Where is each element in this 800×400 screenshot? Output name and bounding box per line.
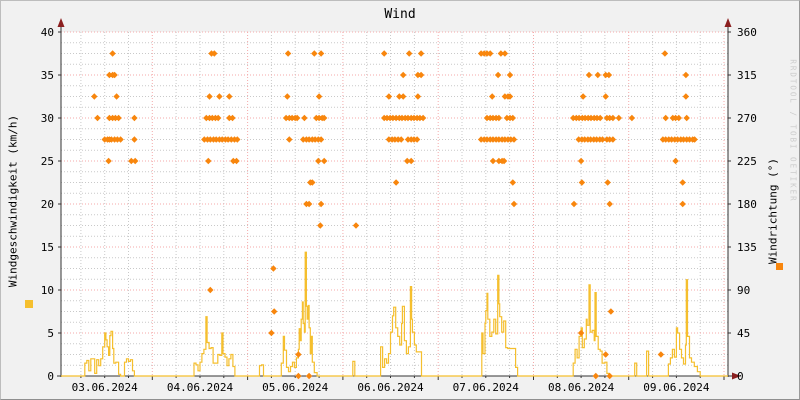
x-axis-date-label: 09.06.2024 (643, 381, 710, 394)
x-axis-date-label: 03.06.2024 (72, 381, 139, 394)
right-axis-tick-label: 45 (737, 327, 750, 340)
left-axis-tick-label: 20 (41, 198, 54, 211)
x-axis-date-label: 08.06.2024 (548, 381, 615, 394)
right-axis-tick-label: 90 (737, 284, 750, 297)
right-axis-tick-label: 225 (737, 155, 757, 168)
right-axis-tick-label: 0 (737, 370, 744, 383)
x-axis-date-label: 05.06.2024 (262, 381, 329, 394)
x-axis-date-label: 07.06.2024 (453, 381, 520, 394)
left-axis-tick-label: 5 (47, 327, 54, 340)
right-axis-tick-label: 360 (737, 26, 757, 39)
right-axis-tick-label: 315 (737, 69, 757, 82)
left-axis-tick-label: 35 (41, 69, 54, 82)
x-axis-date-label: 04.06.2024 (167, 381, 234, 394)
left-axis-tick-label: 30 (41, 112, 54, 125)
left-axis-tick-label: 0 (47, 370, 54, 383)
left-axis-tick-label: 15 (41, 241, 54, 254)
x-axis-date-label: 06.06.2024 (357, 381, 424, 394)
wind-chart-plot: 0 5 10 15 20 25 30 35 40 0 45 90 135 180 225 270 315 360 0… (41, 18, 757, 394)
right-axis-tick-label: 270 (737, 112, 757, 125)
right-axis-tick-label: 180 (737, 198, 757, 211)
left-axis-tick-label: 25 (41, 155, 54, 168)
right-axis-tick-label: 135 (737, 241, 757, 254)
left-axis-tick-label: 40 (41, 26, 54, 39)
wind-chart-frame: Wind Windgeschwindigkeit (km/h) Windrich… (0, 0, 800, 400)
left-axis-tick-label: 10 (41, 284, 54, 297)
